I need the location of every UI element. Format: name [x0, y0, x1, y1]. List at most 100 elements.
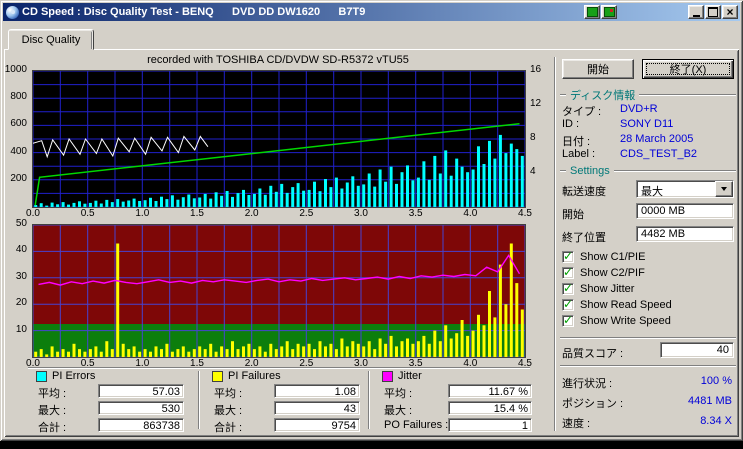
start-position-field[interactable]: 0000 MB	[636, 203, 734, 219]
jitter-pif-chart	[32, 224, 526, 358]
stat-value: 9754	[274, 418, 360, 432]
disc-id-label: ID :	[562, 118, 579, 130]
disc-info-header: ディスク情報	[560, 89, 736, 101]
stat-value: 530	[98, 401, 184, 415]
disc-type-row: タイプ : DVD+R	[562, 103, 736, 116]
checkbox-box: ✓	[562, 251, 574, 263]
pi-errors-swatch	[36, 371, 47, 382]
speed-label: 速度 :	[562, 415, 590, 431]
show-read-speed-checkbox[interactable]: ✓ Show Read Speed	[562, 298, 672, 312]
axis-tick-label: 10	[16, 324, 27, 336]
exit-button[interactable]: 終了(X)	[642, 59, 734, 79]
speed-row: 速度 : 8.34 X	[562, 415, 734, 428]
pie-chart-y-axis-right: 161284	[527, 70, 551, 206]
axis-tick-label: 1.5	[190, 208, 204, 220]
transfer-speed-select[interactable]: 最大	[636, 180, 734, 198]
jitter-swatch	[382, 371, 393, 382]
disc-label-value: CDS_TEST_B2	[620, 148, 697, 160]
axis-tick-label: 20	[16, 297, 27, 309]
axis-tick-label: 400	[10, 146, 27, 158]
stat-value: 863738	[98, 418, 184, 432]
show-c1-pie-checkbox[interactable]: ✓ Show C1/PIE	[562, 250, 645, 264]
close-button[interactable]: ×	[722, 5, 738, 19]
axis-tick-label: 0.5	[81, 208, 95, 220]
end-position-value: 4482 MB	[641, 228, 685, 240]
quality-separator-bottom	[560, 365, 736, 367]
legend-label: PI Failures	[228, 370, 281, 382]
disc-id-row: ID : SONY D11	[562, 118, 736, 131]
start-position-value: 0000 MB	[641, 205, 685, 217]
axis-tick-label: 12	[530, 98, 541, 110]
transfer-speed-label: 転送速度	[562, 183, 606, 199]
position-value: 4481 MB	[688, 395, 732, 407]
stat-label: 最大 :	[38, 402, 66, 418]
chevron-down-icon[interactable]	[715, 181, 733, 197]
progress-label: 進行状況 :	[562, 375, 612, 391]
pi-errors-stats: PI Errors 平均 :57.03 最大 :530 合計 :863738	[32, 370, 202, 432]
maximize-button[interactable]	[705, 5, 721, 19]
legend-separator	[28, 367, 530, 369]
tab-disc-quality[interactable]: Disc Quality	[8, 29, 94, 50]
checkbox-label: Show Write Speed	[580, 315, 671, 327]
position-label: ポジション :	[562, 395, 623, 411]
axis-tick-label: 2.5	[299, 208, 313, 220]
start-button[interactable]: 開始	[562, 59, 634, 79]
axis-tick-label: 200	[10, 173, 27, 185]
green-icon-button-1[interactable]	[584, 5, 600, 19]
jitter-chart-y-axis-left: 5040302010	[4, 224, 30, 356]
jitter-stats: Jitter 平均 :11.67 % 最大 :15.4 % PO Failure…	[378, 370, 548, 432]
show-jitter-checkbox[interactable]: ✓ Show Jitter	[562, 282, 634, 296]
axis-tick-label: 4.0	[463, 208, 477, 220]
disc-label-row: Label : CDS_TEST_B2	[562, 148, 736, 161]
disc-quality-page: recorded with TOSHIBA CD/DVDW SD-R5372 v…	[4, 49, 739, 437]
check-icon: ✓	[563, 265, 573, 279]
pie-chart-y-axis-left: 1000800600400200	[4, 70, 30, 206]
legend-label: PI Errors	[52, 370, 95, 382]
axis-tick-label: 1000	[5, 64, 27, 76]
axis-tick-label: 8	[530, 132, 536, 144]
minimize-button[interactable]	[688, 5, 704, 19]
checkbox-label: Show C1/PIE	[580, 251, 645, 263]
stats-divider	[368, 371, 370, 429]
axis-tick-label: 16	[530, 64, 541, 76]
checkbox-label: Show Read Speed	[580, 299, 672, 311]
section-line	[614, 170, 736, 172]
axis-tick-label: 30	[16, 271, 27, 283]
axis-tick-label: 0.0	[26, 208, 40, 220]
section-title: Settings	[566, 165, 614, 177]
section-title: ディスク情報	[566, 87, 639, 103]
green-square-red-dot-icon	[604, 7, 615, 17]
checkbox-box: ✓	[562, 315, 574, 327]
show-c2-pif-checkbox[interactable]: ✓ Show C2/PIF	[562, 266, 645, 280]
green-icon-button-2[interactable]	[601, 5, 617, 19]
maximize-icon	[708, 7, 718, 17]
axis-tick-label: 50	[16, 218, 27, 230]
disc-date-row: 日付 : 28 March 2005	[562, 133, 736, 146]
window-title: CD Speed : Disc Quality Test - BENQ DVD …	[22, 6, 583, 18]
app-window: CD Speed : Disc Quality Test - BENQ DVD …	[0, 0, 743, 441]
stats-divider	[198, 371, 200, 429]
axis-tick-label: 1.0	[135, 208, 149, 220]
stat-label: 最大 :	[384, 402, 412, 418]
check-icon: ✓	[563, 281, 573, 295]
close-icon: ×	[726, 7, 733, 17]
stat-value: 11.67 %	[448, 384, 532, 398]
disc-label-label: Label :	[562, 148, 595, 160]
check-icon: ✓	[563, 313, 573, 327]
titlebar[interactable]: CD Speed : Disc Quality Test - BENQ DVD …	[3, 3, 740, 21]
quality-score-value: 40	[717, 344, 729, 356]
stat-label: 平均 :	[38, 385, 66, 401]
disc-date-label: 日付 :	[562, 133, 590, 149]
show-write-speed-checkbox[interactable]: ✓ Show Write Speed	[562, 314, 671, 328]
stat-value: 43	[274, 401, 360, 415]
checkbox-box: ✓	[562, 267, 574, 279]
cd-icon	[6, 6, 19, 19]
pi-failures-stats: PI Failures 平均 :1.08 最大 :43 合計 :9754	[208, 370, 378, 432]
panel-separator	[554, 57, 556, 431]
stat-label: 最大 :	[214, 402, 242, 418]
section-line	[639, 94, 736, 96]
quality-score-field: 40	[660, 342, 734, 358]
end-position-field[interactable]: 4482 MB	[636, 226, 734, 242]
axis-tick-label: 3.0	[354, 208, 368, 220]
check-icon: ✓	[563, 297, 573, 311]
